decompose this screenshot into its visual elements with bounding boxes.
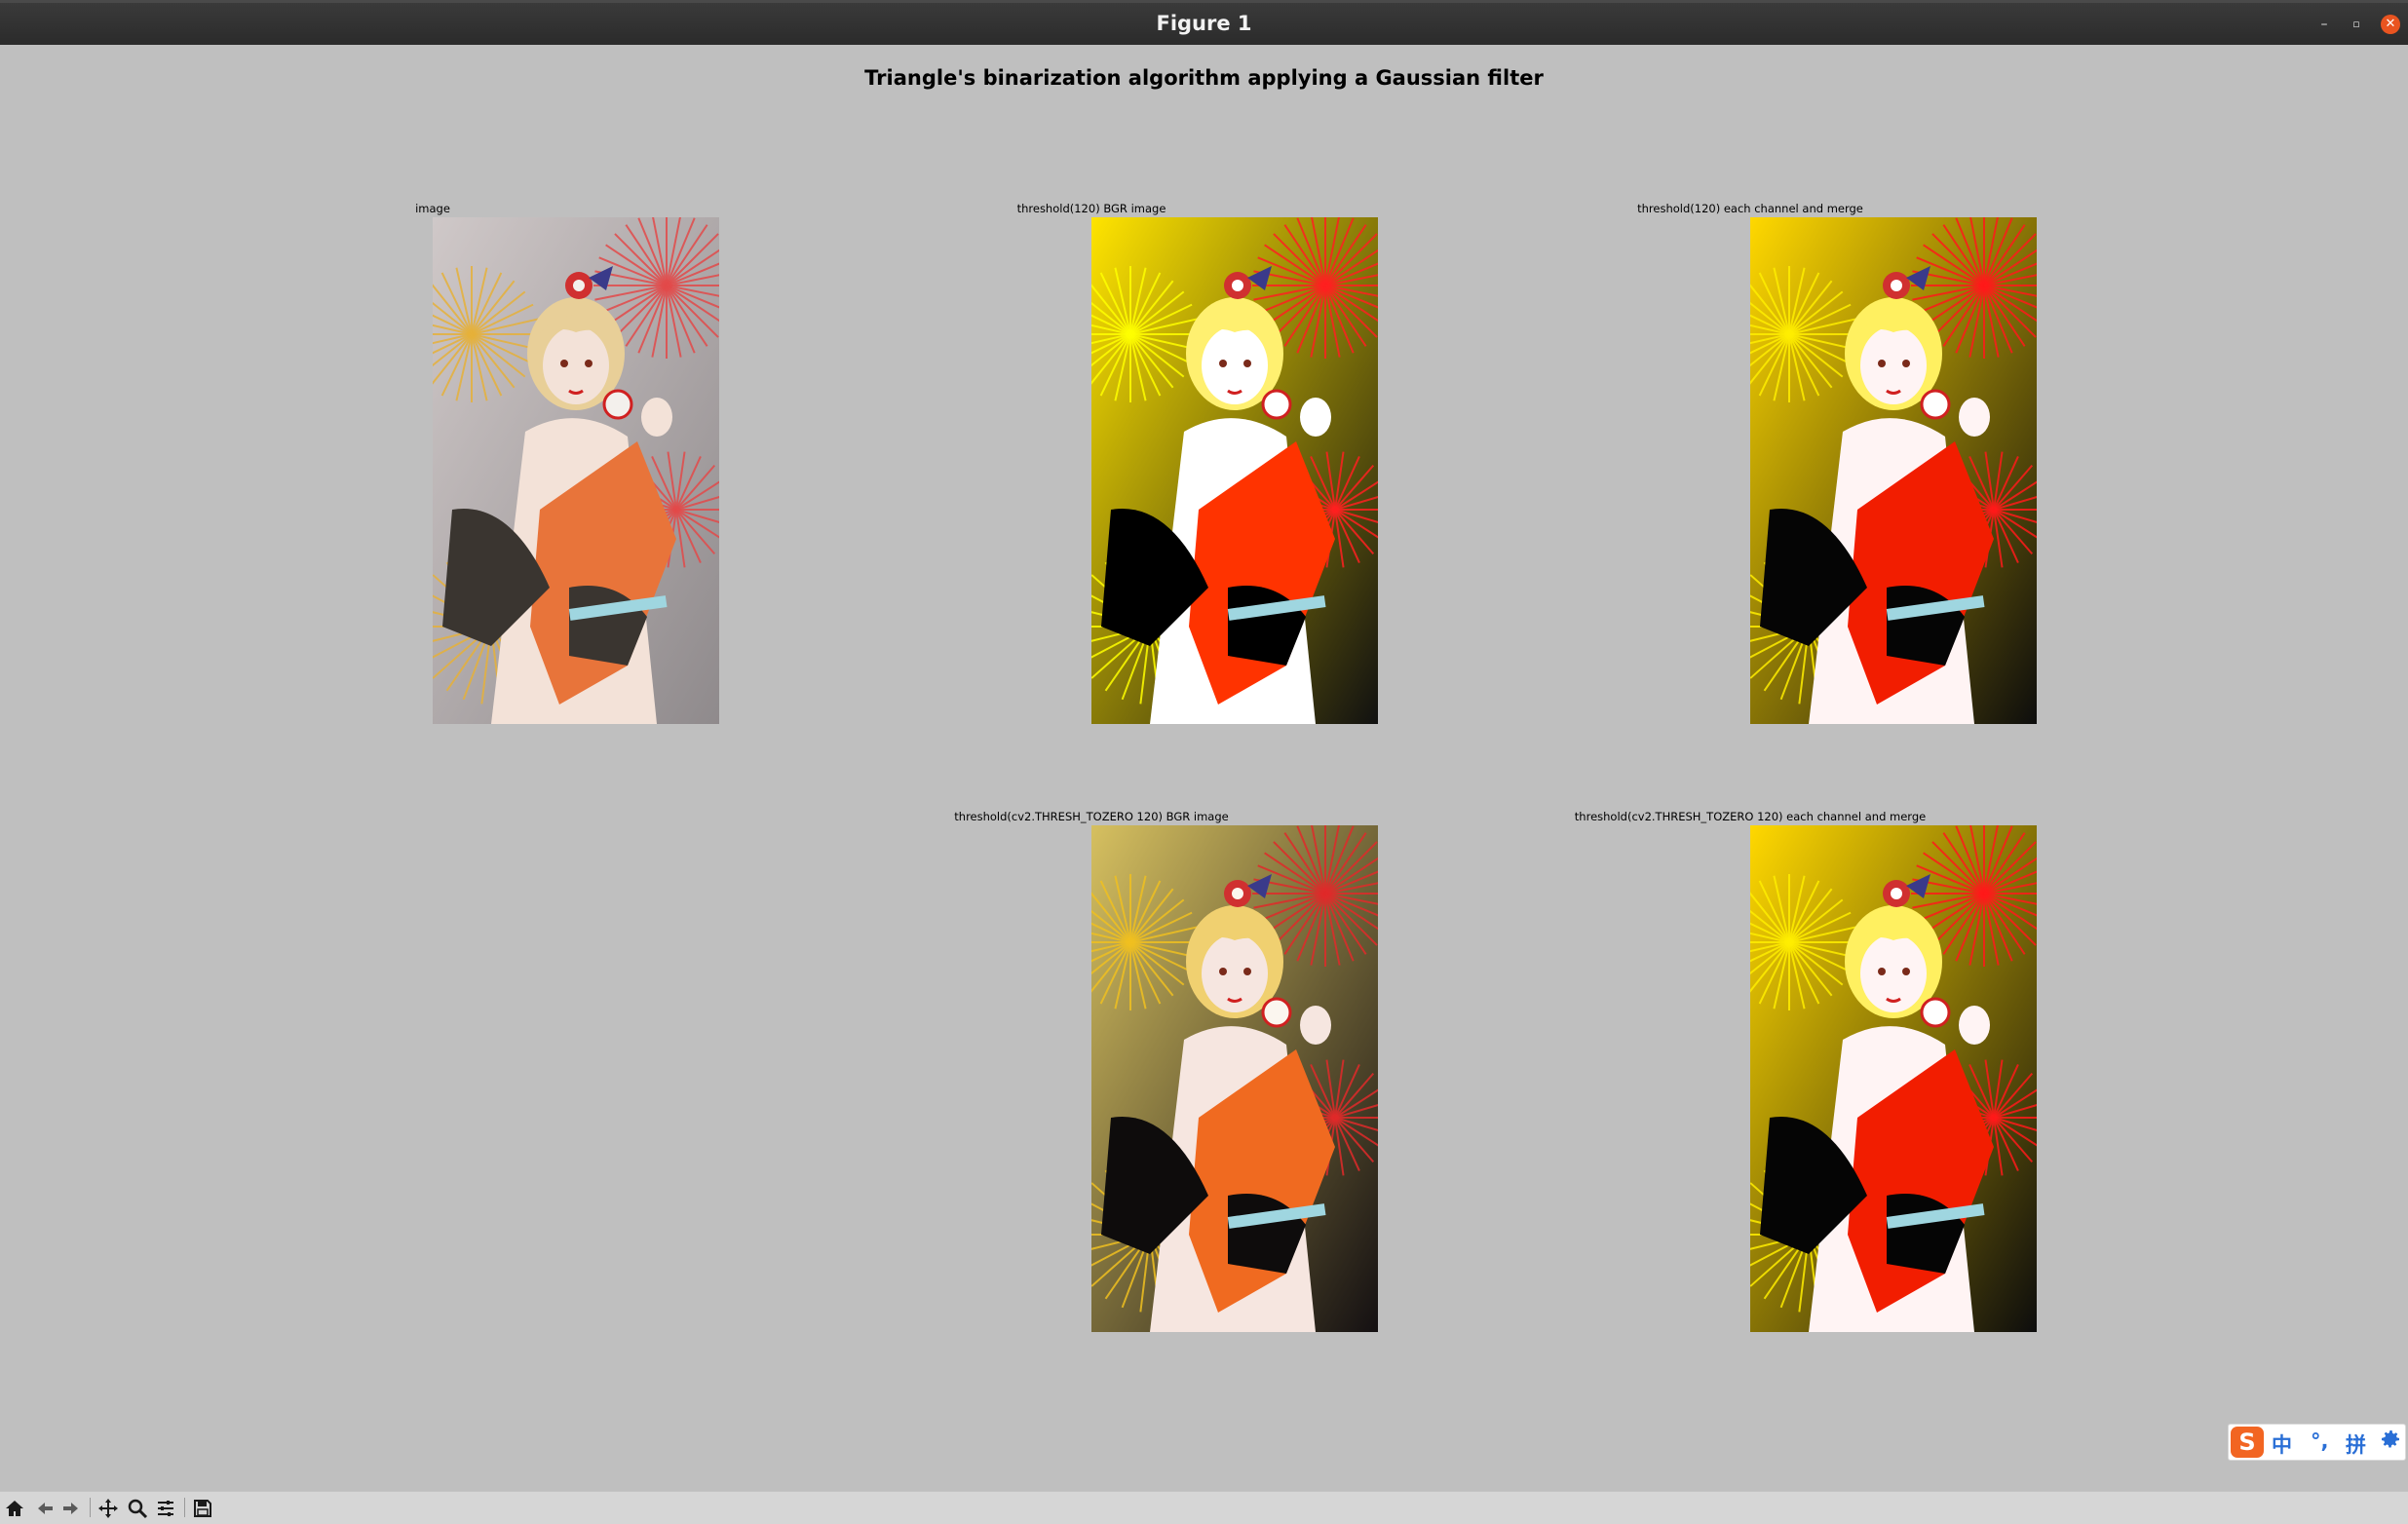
subplot-caption: threshold(cv2.THRESH_TOZERO 120) each ch… (1574, 810, 1927, 823)
close-button[interactable]: ✕ (2381, 15, 2400, 34)
subplot-caption: threshold(120) BGR image (1016, 202, 1166, 215)
sogou-logo-icon[interactable]: S (2231, 1427, 2264, 1458)
window-title: Figure 1 (1156, 12, 1252, 35)
ime-mode-toggle[interactable]: 中 (2272, 1429, 2292, 1459)
ime-punctuation-toggle[interactable]: °, (2311, 1429, 2328, 1453)
toolbar-separator (90, 1498, 91, 1517)
minimize-button[interactable]: – (2315, 16, 2333, 33)
subplot-picture (1750, 217, 2037, 724)
ime-layout-toggle[interactable]: 拼 (2346, 1429, 2366, 1459)
subplot-caption: threshold(cv2.THRESH_TOZERO 120) BGR ima… (954, 810, 1229, 823)
pan-icon[interactable] (97, 1498, 119, 1519)
save-icon[interactable] (192, 1498, 213, 1519)
window-titlebar[interactable]: Figure 1 – ▫ ✕ (0, 0, 2408, 45)
subplot-picture (433, 217, 719, 724)
back-icon[interactable] (34, 1498, 56, 1519)
zoom-icon[interactable] (127, 1498, 148, 1519)
subplot-picture (1091, 825, 1378, 1332)
forward-icon[interactable] (60, 1498, 82, 1519)
subplot-caption: threshold(120) each channel and merge (1637, 202, 1863, 215)
ime-status-widget[interactable]: S 中 °, 拼 (2228, 1424, 2406, 1461)
maximize-button[interactable]: ▫ (2348, 16, 2365, 33)
toolbar-separator (184, 1498, 185, 1517)
figure-suptitle: Triangle's binarization algorithm applyi… (864, 66, 1544, 90)
subplot-picture (1091, 217, 1378, 724)
gear-icon[interactable] (2379, 1428, 2402, 1456)
home-icon[interactable] (4, 1498, 25, 1519)
matplotlib-toolbar (0, 1491, 2408, 1524)
subplot-picture (1750, 825, 2037, 1332)
subplot-caption: image (415, 202, 450, 215)
configure-subplots-icon[interactable] (155, 1498, 176, 1519)
